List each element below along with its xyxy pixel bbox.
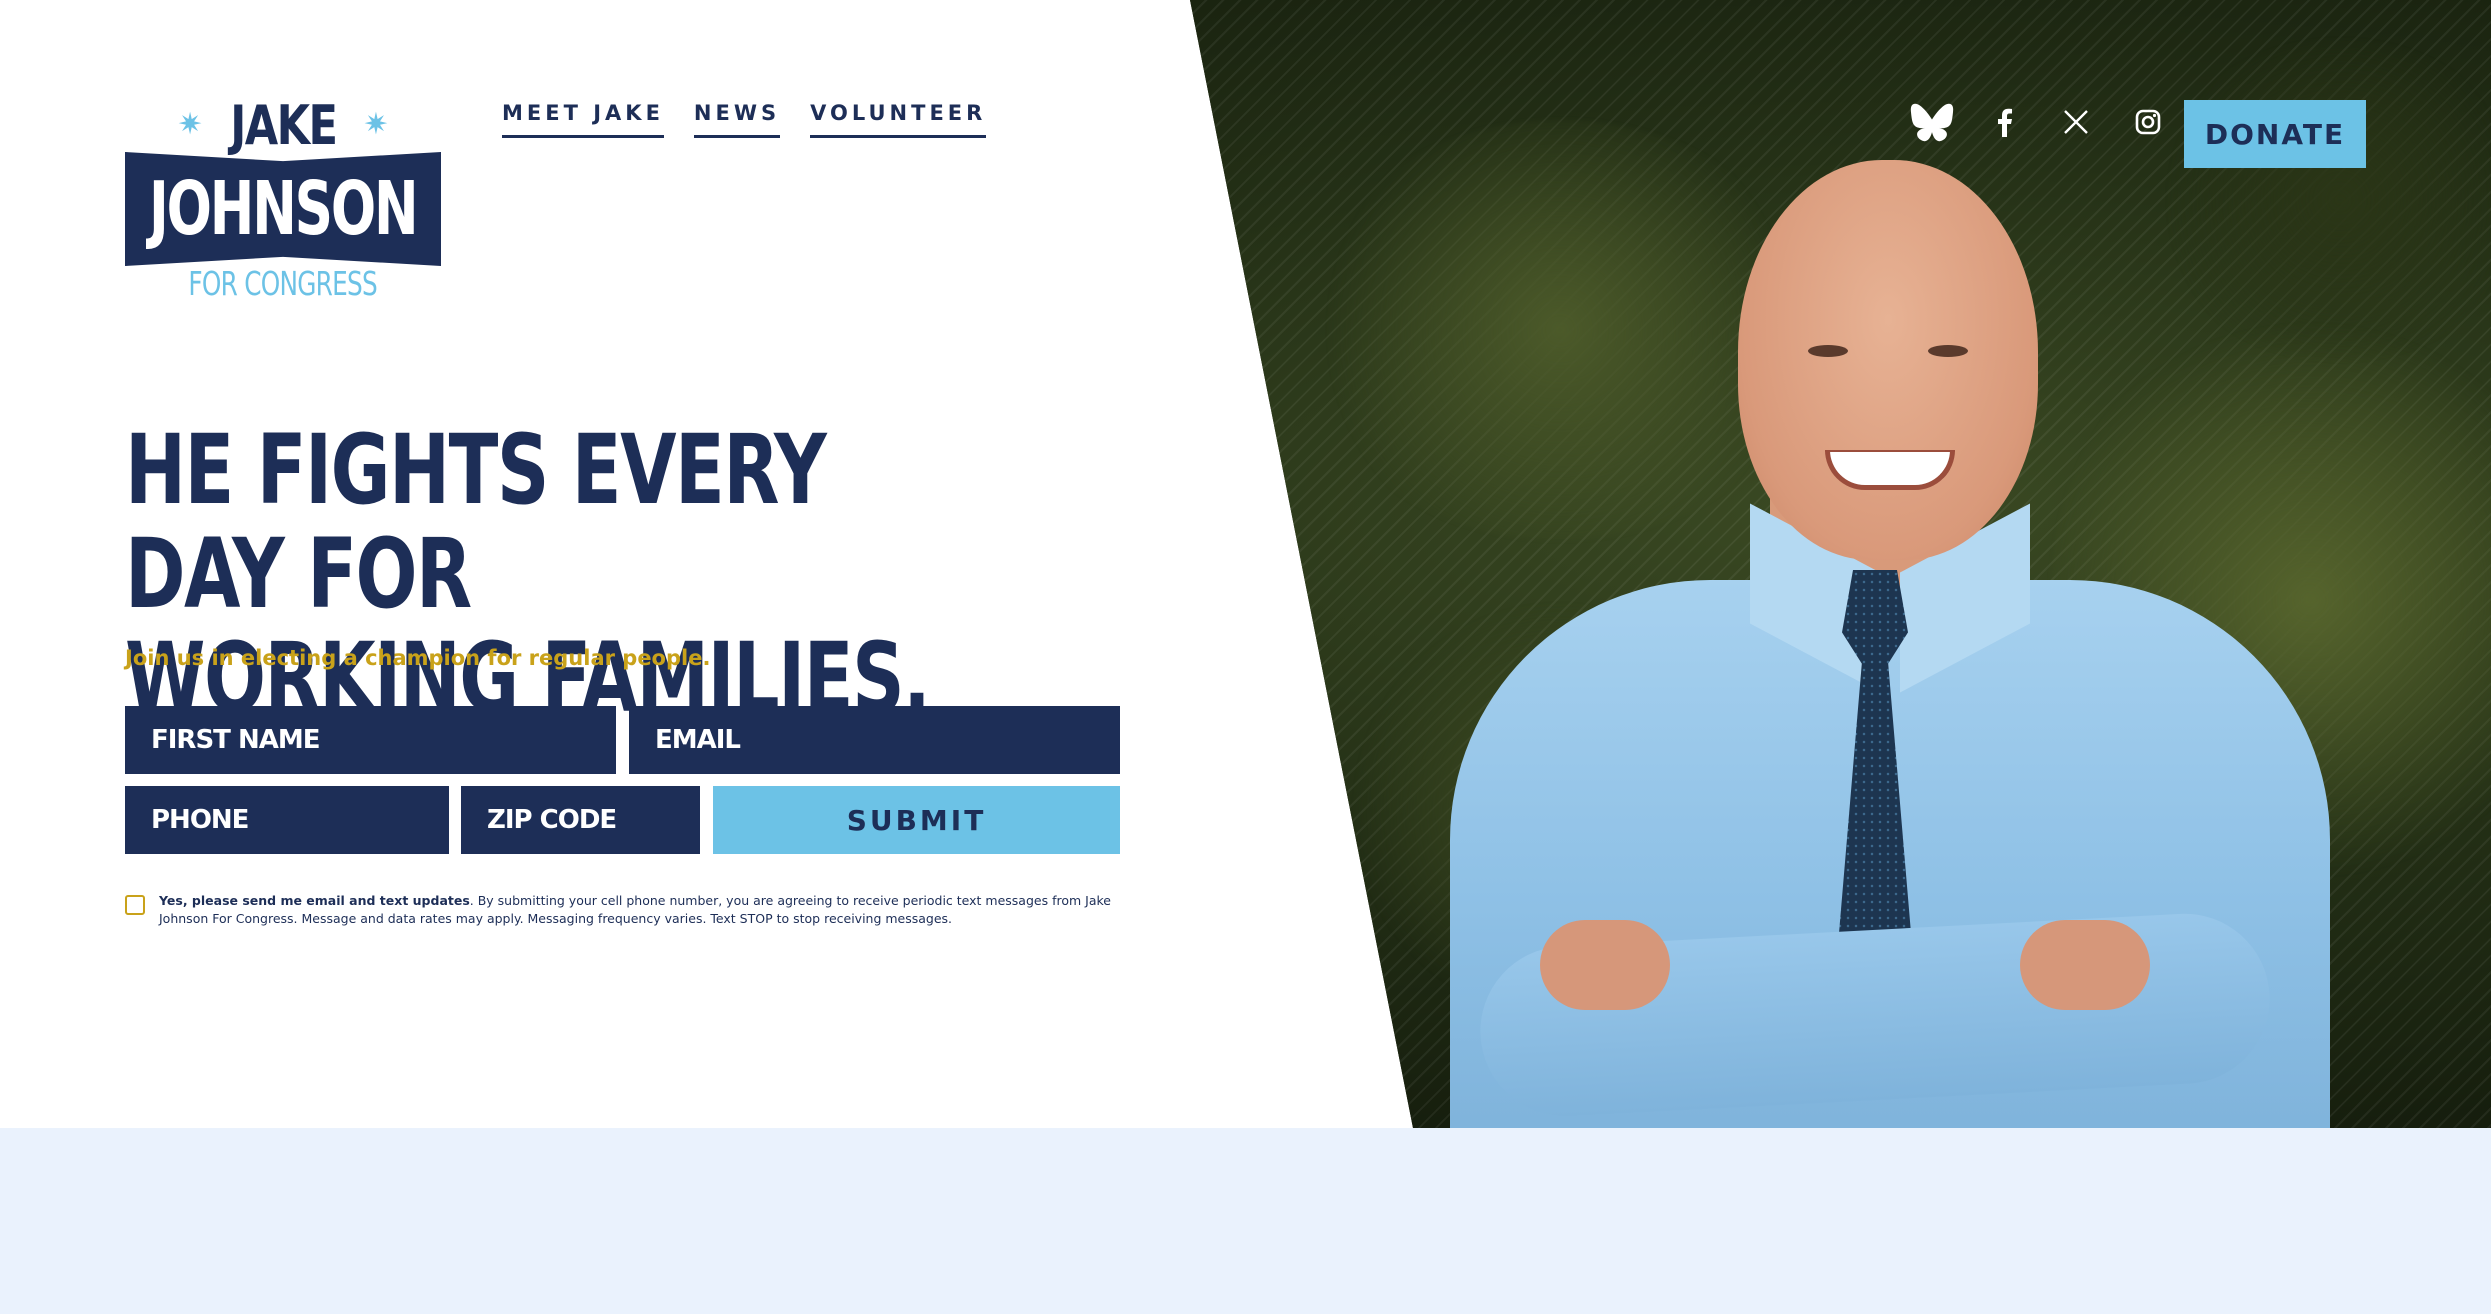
logo-banner: JOHNSON <box>125 152 441 266</box>
star-icon: ✷ <box>363 107 389 142</box>
first-name-input[interactable] <box>125 706 616 774</box>
submit-button[interactable]: SUBMIT <box>713 786 1120 854</box>
main-nav: MEET JAKE NEWS VOLUNTEER <box>502 101 987 138</box>
star-icon: ✷ <box>177 107 203 142</box>
nav-news[interactable]: NEWS <box>693 101 781 138</box>
hero-subhead: Join us in electing a champion for regul… <box>125 646 711 670</box>
x-icon[interactable] <box>2054 100 2098 144</box>
lower-section <box>0 1128 2491 1314</box>
headline-line-1: HE FIGHTS EVERY DAY FOR <box>125 414 827 630</box>
bluesky-icon[interactable] <box>1910 100 1954 144</box>
phone-input[interactable] <box>125 786 449 854</box>
social-links <box>1910 100 2170 144</box>
logo-first-name: JAKE <box>229 93 338 157</box>
logo-last-name: JOHNSON <box>149 166 419 252</box>
logo-subtitle: FOR CONGRESS <box>188 264 378 303</box>
logo-top-line: ✷ JAKE ✷ <box>125 93 441 157</box>
sms-consent: Yes, please send me email and text updat… <box>125 892 1125 928</box>
facebook-icon[interactable] <box>1982 100 2026 144</box>
page-headline: HE FIGHTS EVERY DAY FOR WORKING FAMILIES… <box>125 418 961 730</box>
consent-checkbox[interactable] <box>125 895 145 915</box>
nav-volunteer[interactable]: VOLUNTEER <box>810 101 987 138</box>
donate-button[interactable]: DONATE <box>2184 100 2366 168</box>
email-input[interactable] <box>629 706 1120 774</box>
zip-code-input[interactable] <box>461 786 700 854</box>
candidate-portrait <box>1420 160 2330 1128</box>
instagram-icon[interactable] <box>2126 100 2170 144</box>
consent-bold: Yes, please send me email and text updat… <box>159 893 470 908</box>
consent-text: Yes, please send me email and text updat… <box>159 892 1125 928</box>
campaign-logo[interactable]: ✷ JAKE ✷ JOHNSON FOR CONGRESS <box>125 93 441 303</box>
nav-meet-jake[interactable]: MEET JAKE <box>502 101 664 138</box>
